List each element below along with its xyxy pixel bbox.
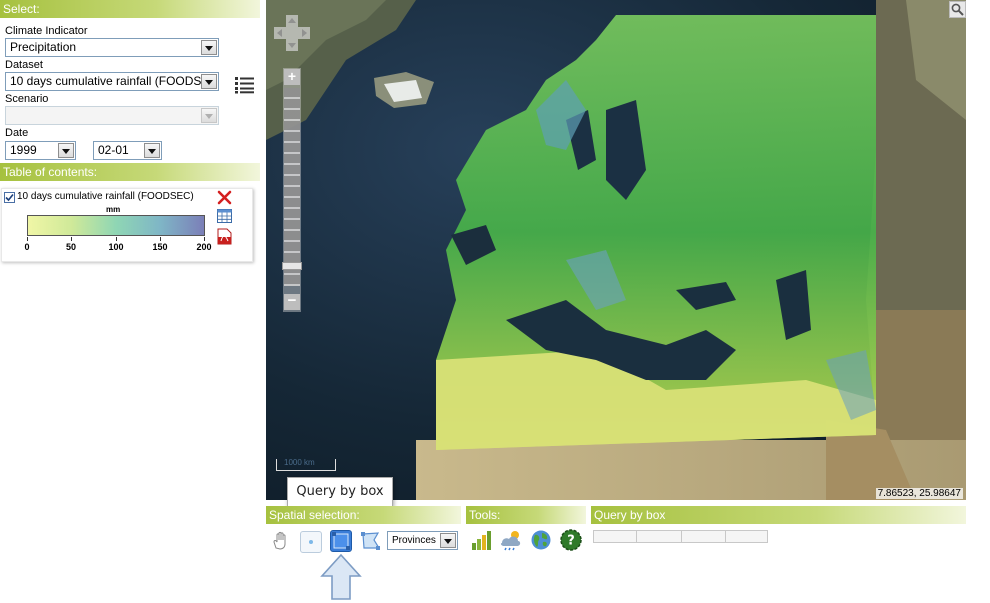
legend-color-bar [27,215,205,236]
query-cell-divider [725,531,726,542]
svg-text:?: ? [567,534,575,549]
weather-icon[interactable] [499,529,521,551]
scenario-label: Scenario [5,93,49,105]
legend-tick-label: 150 [152,242,168,252]
tools-header: Tools: [466,506,586,524]
legend-tick [160,237,161,241]
layer-name: 10 days cumulative rainfall (FOODSEC) [17,191,194,202]
globe-icon[interactable] [530,529,552,551]
pan-control[interactable] [274,15,310,51]
pan-hand-icon[interactable] [270,530,292,552]
chevron-down-icon[interactable] [201,74,217,89]
query-cell-divider [636,531,637,542]
chevron-down-icon [201,108,217,123]
legend-tick-label: 0 [24,242,30,252]
point-select-icon[interactable] [300,531,322,553]
legend-tick-label: 100 [108,242,124,252]
remove-x-icon[interactable] [217,190,232,205]
box-select-icon[interactable] [330,530,352,552]
climate-indicator-label: Climate Indicator [5,25,88,37]
legend-tick [204,237,205,241]
select-header: Select: [0,0,260,18]
coordinates-readout: 7.86523, 25.98647 [875,488,963,499]
year-select[interactable]: 1999 [5,141,76,160]
legend-tick-label: 50 [65,242,76,252]
zoom-slider-handle[interactable] [282,262,302,270]
day-select[interactable]: 02-01 [93,141,162,160]
up-arrow-icon [320,553,362,600]
bar-chart-icon[interactable] [470,529,492,551]
legend-tick-label: 200 [196,242,212,252]
chevron-down-icon[interactable] [144,143,160,158]
dataset-select[interactable]: 10 days cumulative rainfall (FOODSEC) [5,72,219,91]
table-icon[interactable] [217,209,232,223]
spatial-selection-header: Spatial selection: [266,506,461,524]
day-value: 02-01 [98,143,129,157]
legend-tick [116,237,117,241]
scenario-select[interactable] [5,106,219,125]
scale-label: 1000 km [284,458,315,467]
query-header: Query by box [591,506,966,524]
zoom-ticks [284,88,300,286]
climate-indicator-select[interactable]: Precipitation [5,38,219,57]
year-value: 1999 [10,143,37,157]
tooltip: Query by box [287,477,393,507]
help-icon[interactable]: ? [560,529,582,551]
list-icon[interactable] [234,76,256,94]
query-cell-divider [681,531,682,542]
chevron-down-icon[interactable] [58,143,74,158]
pdf-icon[interactable] [217,228,232,245]
zoom-out-icon[interactable]: − [284,293,300,310]
toc-header: Table of contents: [0,163,260,181]
zoom-in-icon[interactable]: + [284,69,300,85]
map-view[interactable]: + − 1000 km 7.86523, 25.98647 [266,0,966,500]
toc-panel: 10 days cumulative rainfall (FOODSEC) mm… [1,188,253,262]
date-label: Date [5,127,29,139]
dataset-label: Dataset [5,59,43,71]
region-select[interactable]: Provinces [387,531,458,550]
layer-checkbox[interactable] [4,192,15,203]
dataset-value: 10 days cumulative rainfall (FOODSEC) [10,74,202,88]
region-select-value: Provinces [392,535,436,546]
climate-indicator-value: Precipitation [10,40,77,54]
legend-unit: mm [106,205,121,214]
chevron-down-icon[interactable] [440,533,456,548]
legend-tick [27,237,28,241]
chevron-down-icon[interactable] [201,40,217,55]
legend-tick [71,237,72,241]
query-results-row [593,530,768,543]
search-icon[interactable] [949,1,966,18]
polygon-select-icon[interactable] [360,530,382,552]
